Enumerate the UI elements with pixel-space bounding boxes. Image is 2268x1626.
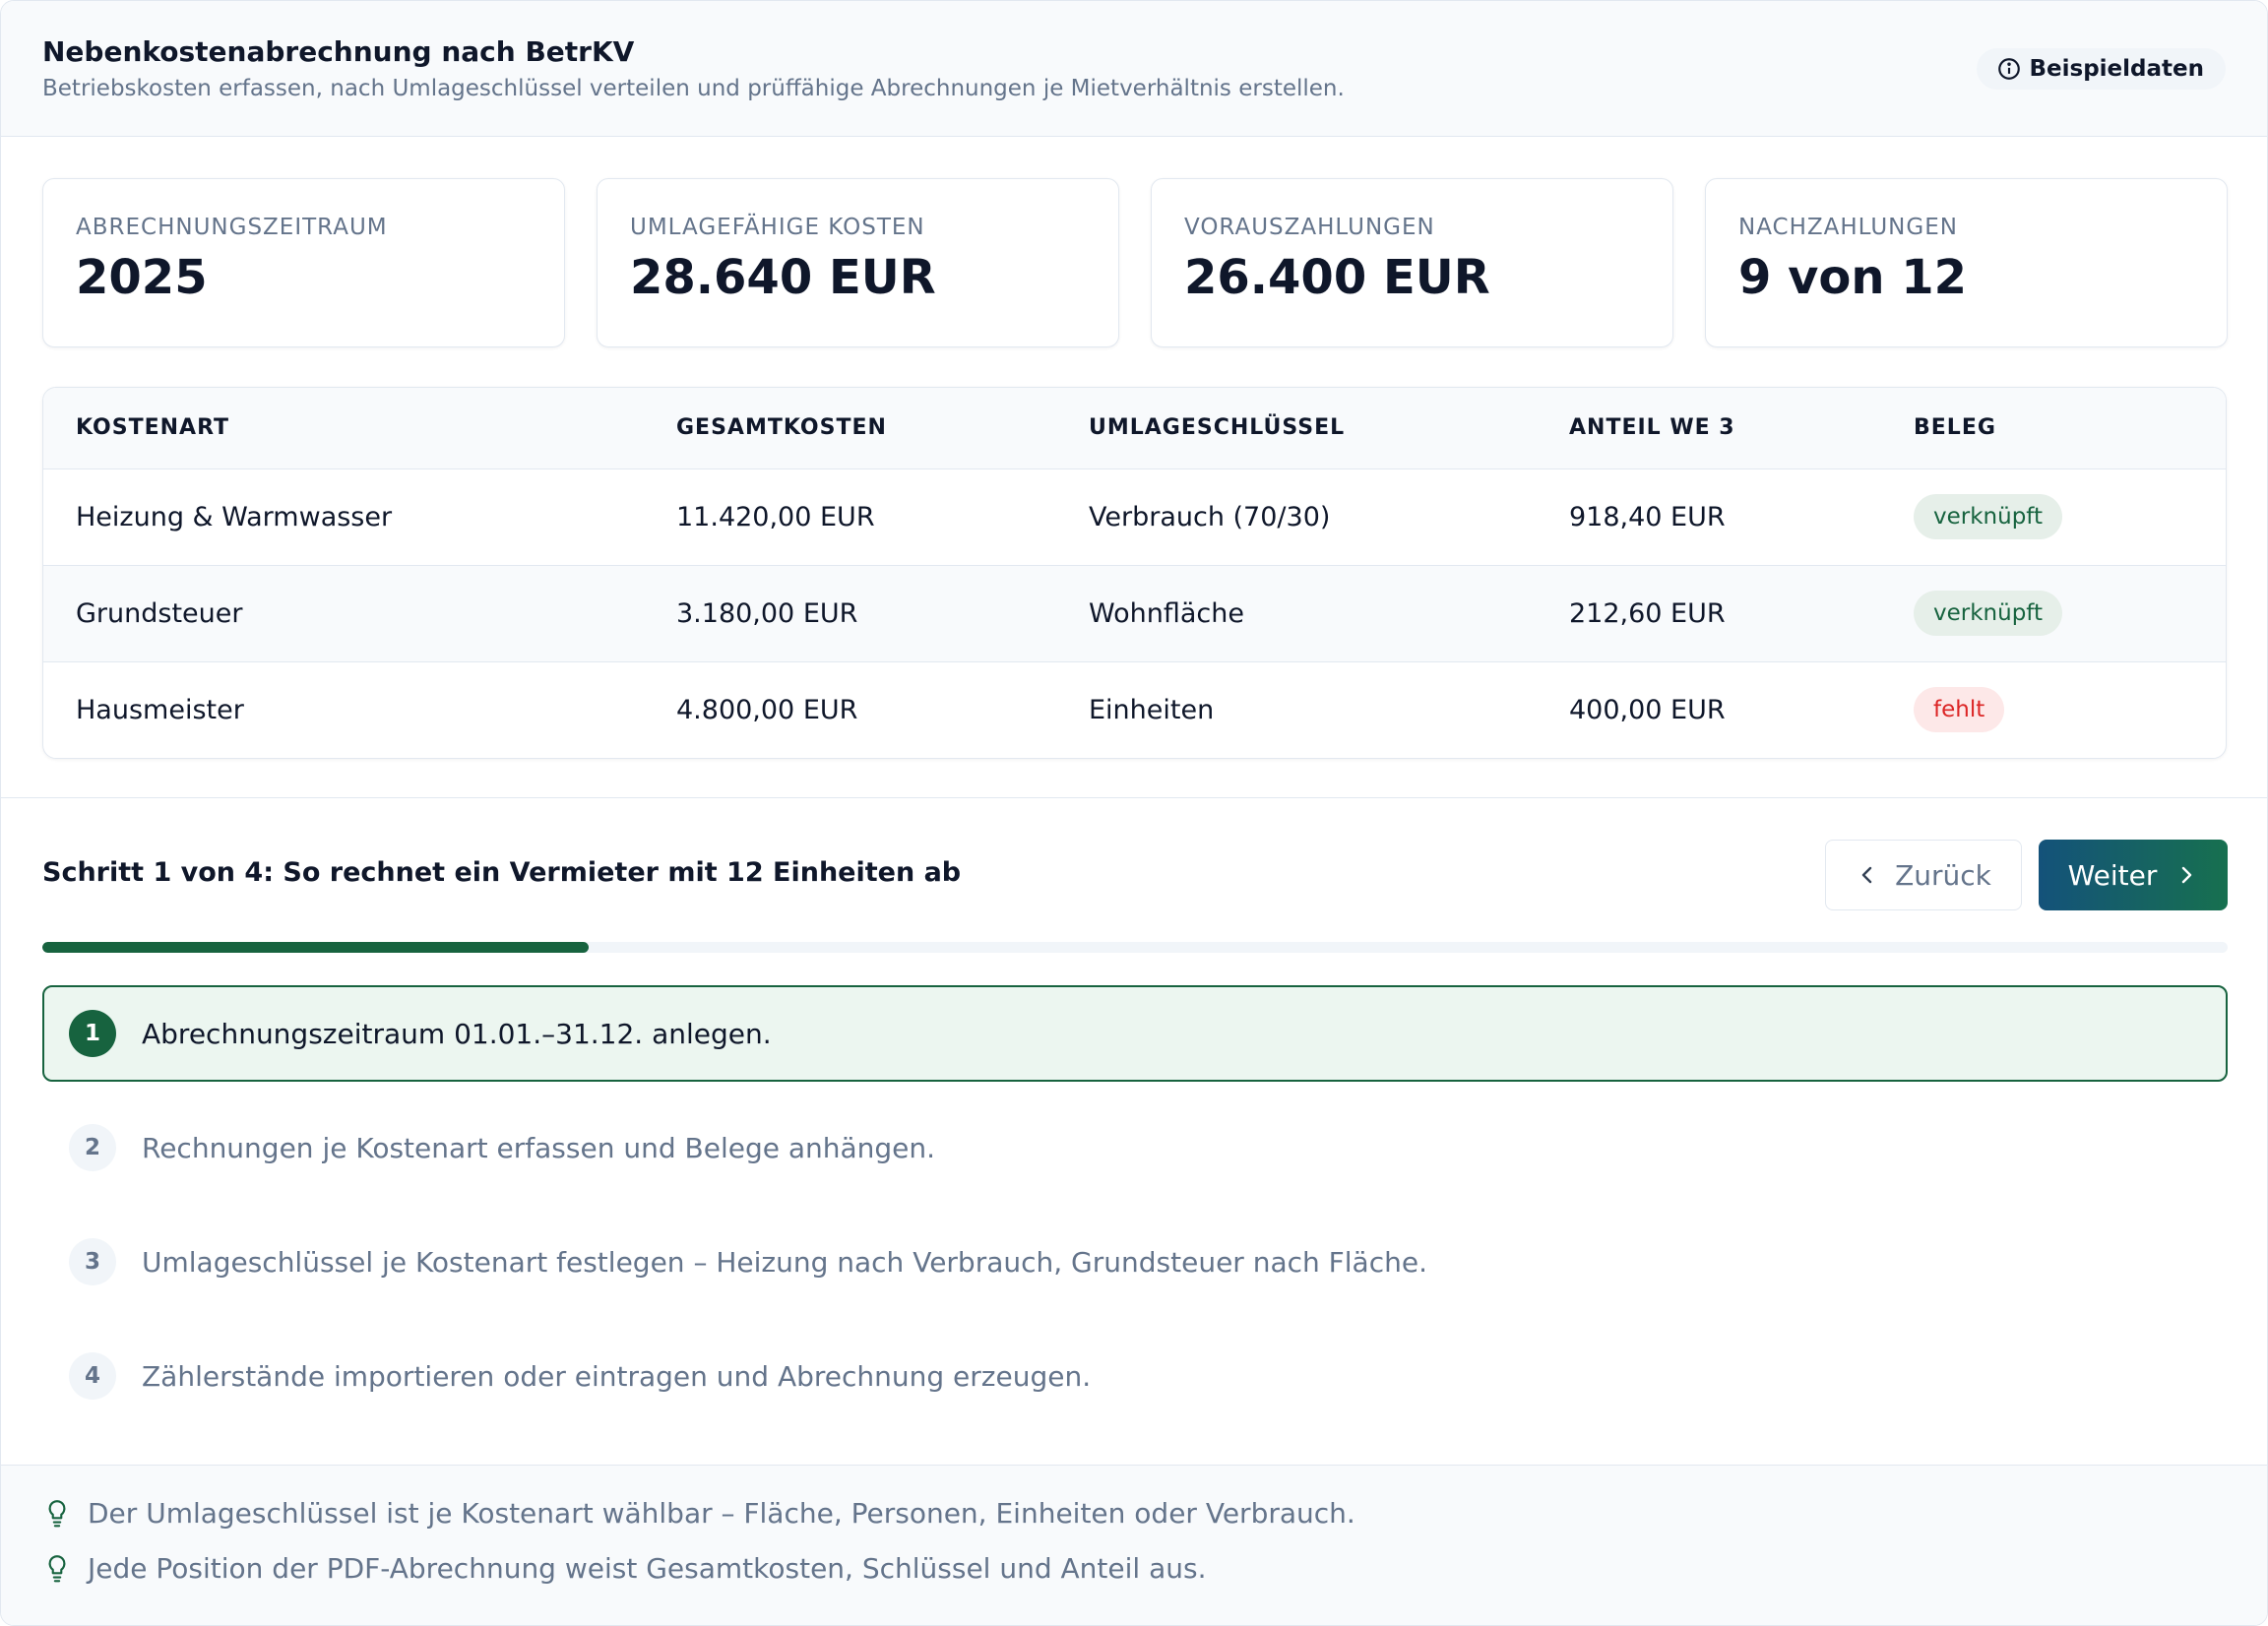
kpi-value: 28.640 EUR xyxy=(630,250,936,305)
app-window: Nebenkostenabrechnung nach BetrKV Betrie… xyxy=(0,0,2268,1626)
section-divider xyxy=(1,797,2267,798)
back-button-label: Zurück xyxy=(1895,858,1991,892)
step-text: Rechnungen je Kostenart erfassen und Bel… xyxy=(142,1131,936,1164)
cell-beleg: fehlt xyxy=(1881,660,2226,758)
step-number: 3 xyxy=(69,1238,116,1285)
cell-kostenart: Hausmeister xyxy=(43,660,644,758)
cell-umlageschluessel: Verbrauch (70/30) xyxy=(1089,501,1331,532)
back-button[interactable]: Zurück xyxy=(1825,840,2022,910)
page-subtitle: Betriebskosten erfassen, nach Umlageschl… xyxy=(42,76,1345,101)
step-number: 1 xyxy=(69,1010,116,1057)
table-row[interactable]: Hausmeister 4.800,00 EUR Einheiten 400,0… xyxy=(43,660,2226,758)
cell-anteil: 212,60 EUR xyxy=(1537,564,1881,661)
step-text: Umlageschlüssel je Kostenart festlegen –… xyxy=(142,1245,1427,1279)
wizard-step-3[interactable]: 3 Umlageschlüssel je Kostenart festlegen… xyxy=(42,1214,2228,1310)
column-header-gesamtkosten[interactable]: GESAMTKOSTEN xyxy=(644,388,1056,469)
tip-item: Jede Position der PDF-Abrechnung weist G… xyxy=(44,1552,1207,1585)
kpi-card-prepayments: VORAUSZAHLUNGEN 26.400 EUR xyxy=(1151,178,1673,347)
cell-kostenart: Heizung & Warmwasser xyxy=(76,501,393,532)
wizard-steps: 1 Abrechnungszeitraum 01.01.–31.12. anle… xyxy=(42,985,2228,1442)
kpi-cards: ABRECHNUNGSZEITRAUM 2025 UMLAGEFÄHIGE KO… xyxy=(42,178,2228,347)
tips-footer: Der Umlageschlüssel ist je Kostenart wäh… xyxy=(1,1465,2267,1625)
wizard-step-4[interactable]: 4 Zählerstände importieren oder eintrage… xyxy=(42,1328,2228,1424)
cell-gesamtkosten: 4.800,00 EUR xyxy=(644,660,1056,758)
kpi-value: 26.400 EUR xyxy=(1184,250,1490,305)
cost-table: KOSTENART GESAMTKOSTEN UMLAGESCHLÜSSEL A… xyxy=(42,387,2227,759)
kpi-card-costs: UMLAGEFÄHIGE KOSTEN 28.640 EUR xyxy=(597,178,1119,347)
wizard-progress-bar xyxy=(42,942,2228,953)
cell-umlageschluessel: Einheiten xyxy=(1056,660,1537,758)
info-icon xyxy=(1997,58,2020,80)
kpi-label: NACHZAHLUNGEN xyxy=(1738,215,1958,240)
kpi-value: 9 von 12 xyxy=(1738,250,1968,305)
step-number: 4 xyxy=(69,1352,116,1400)
cell-kostenart: Grundsteuer xyxy=(43,564,644,661)
next-button[interactable]: Weiter xyxy=(2039,840,2228,910)
tip-text: Der Umlageschlüssel ist je Kostenart wäh… xyxy=(88,1497,1355,1530)
step-number: 2 xyxy=(69,1124,116,1171)
kpi-card-additional-payments: NACHZAHLUNGEN 9 von 12 xyxy=(1705,178,2228,347)
next-button-label: Weiter xyxy=(2067,858,2158,892)
cell-anteil: 400,00 EUR xyxy=(1537,660,1881,758)
step-text: Abrechnungszeitraum 01.01.–31.12. anlege… xyxy=(142,1017,772,1050)
cell-beleg: verknüpft xyxy=(1881,564,2226,661)
sample-data-label: Beispieldaten xyxy=(2029,56,2205,82)
sample-data-badge[interactable]: Beispieldaten xyxy=(1976,48,2226,90)
status-badge[interactable]: verknüpft xyxy=(1914,591,2063,636)
kpi-label: ABRECHNUNGSZEITRAUM xyxy=(76,215,388,240)
kpi-value: 2025 xyxy=(76,250,208,305)
table-row[interactable]: Grundsteuer 3.180,00 EUR Wohnfläche 212,… xyxy=(43,564,2226,661)
status-badge[interactable]: fehlt xyxy=(1914,687,2005,733)
wizard-progress-fill xyxy=(42,942,589,953)
page-header: Nebenkostenabrechnung nach BetrKV Betrie… xyxy=(1,1,2267,137)
column-header-anteil[interactable]: ANTEIL WE 3 xyxy=(1537,388,1881,469)
chevron-right-icon xyxy=(2182,866,2192,884)
tip-item: Der Umlageschlüssel ist je Kostenart wäh… xyxy=(44,1497,1355,1530)
table-header-row: KOSTENART GESAMTKOSTEN UMLAGESCHLÜSSEL A… xyxy=(43,388,2226,469)
status-badge[interactable]: verknüpft xyxy=(1914,494,2063,539)
tip-text: Jede Position der PDF-Abrechnung weist G… xyxy=(88,1552,1207,1585)
cell-anteil: 918,40 EUR xyxy=(1569,501,1726,532)
column-header-umlageschluessel[interactable]: UMLAGESCHLÜSSEL xyxy=(1056,388,1537,469)
page-title: Nebenkostenabrechnung nach BetrKV xyxy=(42,35,635,68)
cell-beleg: verknüpft xyxy=(1881,469,2226,565)
column-header-kostenart[interactable]: KOSTENART xyxy=(43,388,644,469)
wizard-step-2[interactable]: 2 Rechnungen je Kostenart erfassen und B… xyxy=(42,1099,2228,1196)
lightbulb-icon xyxy=(48,1499,66,1527)
wizard-title: Schritt 1 von 4: So rechnet ein Vermiete… xyxy=(42,857,962,888)
table-row[interactable]: Heizung & Warmwasser 11.420,00 EUR Verbr… xyxy=(43,469,2226,565)
lightbulb-icon xyxy=(48,1554,66,1582)
cell-gesamtkosten: 3.180,00 EUR xyxy=(644,564,1056,661)
kpi-card-period: ABRECHNUNGSZEITRAUM 2025 xyxy=(42,178,565,347)
step-text: Zählerstände importieren oder eintragen … xyxy=(142,1359,1092,1393)
wizard-step-1[interactable]: 1 Abrechnungszeitraum 01.01.–31.12. anle… xyxy=(42,985,2228,1082)
cell-gesamtkosten: 11.420,00 EUR xyxy=(676,501,875,532)
column-header-beleg[interactable]: BELEG xyxy=(1881,388,2226,469)
cell-umlageschluessel: Wohnfläche xyxy=(1056,564,1537,661)
kpi-label: VORAUSZAHLUNGEN xyxy=(1184,215,1435,240)
chevron-left-icon xyxy=(1861,866,1872,884)
kpi-label: UMLAGEFÄHIGE KOSTEN xyxy=(630,215,925,240)
